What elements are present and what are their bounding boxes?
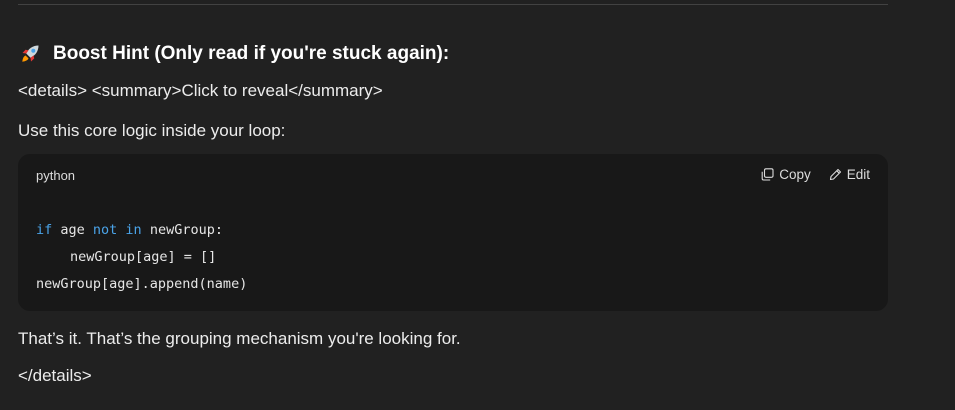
copy-icon	[761, 168, 774, 181]
code-keyword: not in	[92, 222, 142, 238]
code-block: python Copy Edit if age not in newGroup:…	[18, 154, 888, 311]
code-language-label: python	[36, 168, 76, 183]
details-open-text: <details> <summary>Click to reveal</summ…	[18, 81, 383, 100]
code-line: if age not in newGroup:	[36, 217, 247, 244]
edit-label: Edit	[846, 167, 870, 182]
code-actions: Copy Edit	[761, 167, 870, 182]
outro-text: That’s it. That’s the grouping mechanism…	[18, 329, 461, 348]
pencil-icon	[829, 168, 841, 181]
heading-text: Boost Hint (Only read if you're stuck ag…	[53, 43, 450, 64]
code-text: age	[52, 222, 93, 238]
code-text: newGroup[age].append(name)	[36, 276, 248, 292]
intro-text: Use this core logic inside your loop:	[18, 121, 286, 140]
rocket-icon	[18, 42, 42, 66]
section-divider	[18, 4, 888, 5]
code-content: if age not in newGroup: newGroup[age] = …	[36, 217, 247, 298]
copy-button[interactable]: Copy	[761, 167, 811, 182]
code-text: newGroup:	[141, 222, 223, 238]
copy-label: Copy	[779, 167, 811, 182]
code-line: newGroup[age] = []	[36, 244, 247, 271]
details-close-text: </details>	[18, 366, 92, 385]
boost-hint-heading: Boost Hint (Only read if you're stuck ag…	[18, 40, 449, 68]
edit-button[interactable]: Edit	[829, 167, 870, 182]
code-text: newGroup[age] = []	[70, 249, 217, 265]
code-line: newGroup[age].append(name)	[36, 271, 247, 298]
code-keyword: if	[36, 222, 53, 238]
